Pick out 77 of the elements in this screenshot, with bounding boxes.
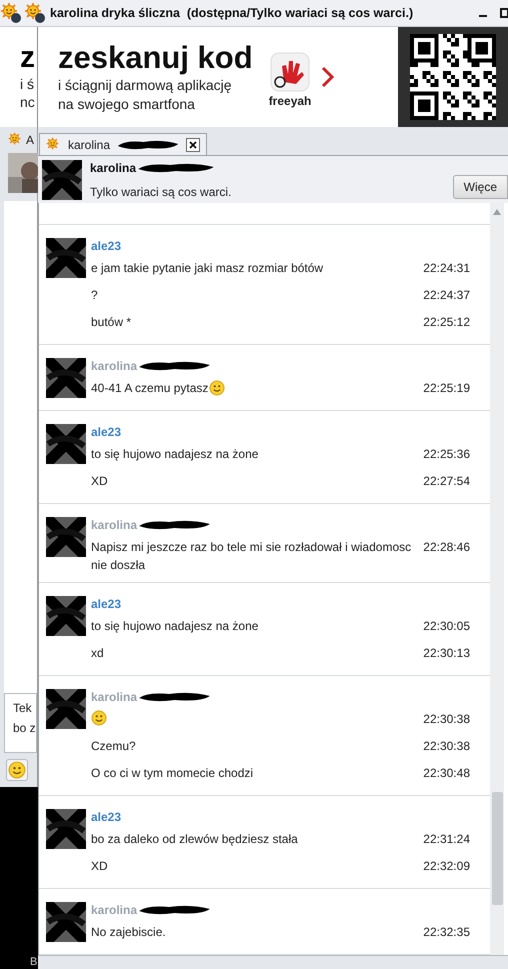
hand-icon bbox=[270, 52, 310, 92]
message-time: 22:30:38 bbox=[423, 711, 470, 728]
sun-icon bbox=[0, 2, 22, 24]
ad-text: i ściągnij darmową aplikację bbox=[58, 76, 233, 95]
message-time: 22:25:36 bbox=[423, 446, 470, 463]
message-time: 22:24:37 bbox=[423, 287, 470, 304]
message-time: 22:30:05 bbox=[423, 618, 470, 635]
message-time: 22:30:38 bbox=[423, 738, 470, 755]
scrollbar-thumb[interactable] bbox=[492, 792, 502, 905]
sender-name: ale23 bbox=[91, 424, 122, 441]
message-time: 22:30:13 bbox=[423, 645, 470, 662]
smiley-icon bbox=[91, 710, 107, 726]
sender-name: ale23 bbox=[91, 596, 122, 613]
message-text: bo za daleko od zlewów będziesz stała bbox=[91, 831, 298, 848]
smiley-icon bbox=[8, 761, 26, 779]
chat-tab[interactable]: karolina bbox=[39, 133, 208, 155]
input-text: Tek bbox=[13, 700, 33, 717]
contact-name: karolina bbox=[90, 160, 136, 176]
avatar-icon bbox=[46, 902, 86, 942]
message-text: to się hujowo nadajesz na żone bbox=[91, 446, 258, 463]
avatar-icon bbox=[46, 358, 86, 398]
message-time: 22:28:46 bbox=[423, 539, 470, 556]
message-time: 22:32:09 bbox=[423, 858, 470, 875]
sun-icon bbox=[24, 2, 46, 24]
ad-text: na swojego smartfona bbox=[58, 95, 196, 114]
avatar-icon bbox=[46, 689, 86, 729]
close-icon[interactable] bbox=[186, 138, 200, 152]
message-text: O co ci w tym momecie chodzi bbox=[91, 765, 254, 782]
smiley-icon bbox=[209, 380, 226, 396]
scrollbar[interactable] bbox=[490, 203, 504, 955]
avatar-icon bbox=[46, 517, 86, 557]
sender-name: ale23 bbox=[91, 238, 122, 255]
message-text: ? bbox=[91, 287, 98, 304]
sender-name: karolina bbox=[91, 517, 138, 534]
input-text: bo z bbox=[13, 720, 36, 737]
avatar-icon bbox=[42, 160, 82, 200]
message-time: 22:27:54 bbox=[423, 473, 470, 490]
message-text: XD bbox=[91, 473, 108, 490]
avatar-icon bbox=[46, 809, 86, 849]
message-text: butów * bbox=[91, 314, 132, 331]
more-button[interactable]: Więce bbox=[452, 175, 508, 199]
message-time: 22:30:48 bbox=[423, 765, 470, 782]
contact-status: Tylko wariaci są cos warci. bbox=[90, 184, 232, 200]
message-time: 22:25:19 bbox=[423, 380, 470, 397]
brand-name: freeyah bbox=[268, 93, 312, 110]
message-time: 22:24:31 bbox=[423, 260, 470, 277]
emoticon-button[interactable] bbox=[6, 759, 28, 781]
message-text: 40-41 A czemu pytasz bbox=[91, 380, 208, 397]
ad-text: nc bbox=[20, 93, 36, 111]
message-text: e jam takie pytanie jaki masz rozmiar bótów bbox=[91, 260, 324, 277]
avatar-icon bbox=[46, 424, 86, 464]
sender-name: karolina bbox=[91, 689, 138, 706]
sender-name: ale23 bbox=[91, 809, 122, 826]
message-text: xd bbox=[91, 645, 104, 662]
qr-code-icon bbox=[410, 34, 496, 120]
message-text: to się hujowo nadajesz na żone bbox=[91, 618, 258, 635]
window-title: karolina dryka śliczna (dostępna/Tylko wariaci są cos warci.) bbox=[50, 4, 414, 22]
avatar-icon bbox=[46, 596, 86, 636]
ad-text: z bbox=[20, 41, 36, 75]
tab-label: A bbox=[26, 132, 34, 149]
sender-name: karolina bbox=[91, 902, 138, 919]
maximize-icon[interactable] bbox=[500, 8, 508, 18]
avatar-icon bbox=[46, 238, 86, 278]
chevron-right-icon[interactable] bbox=[321, 66, 336, 88]
ad-text: i ś bbox=[20, 75, 35, 93]
message-time: 22:31:24 bbox=[423, 831, 470, 848]
message-text: XD bbox=[91, 858, 108, 875]
message-time: 22:32:35 bbox=[423, 924, 470, 941]
redaction-mark bbox=[116, 138, 180, 150]
sender-name: karolina bbox=[91, 358, 138, 375]
message-text: No zajebiscie. bbox=[91, 924, 166, 941]
ad-headline: zeskanuj kod bbox=[58, 40, 253, 76]
message-input[interactable]: Tek bo z bbox=[4, 693, 37, 753]
message-text: Czemu? bbox=[91, 738, 136, 755]
message-time: 22:25:12 bbox=[423, 314, 470, 331]
bottom-label: B bbox=[29, 955, 38, 969]
message-text: Napisz mi jeszcze raz bo tele mi sie rozładował i wiadomosc nie doszła bbox=[91, 539, 412, 574]
